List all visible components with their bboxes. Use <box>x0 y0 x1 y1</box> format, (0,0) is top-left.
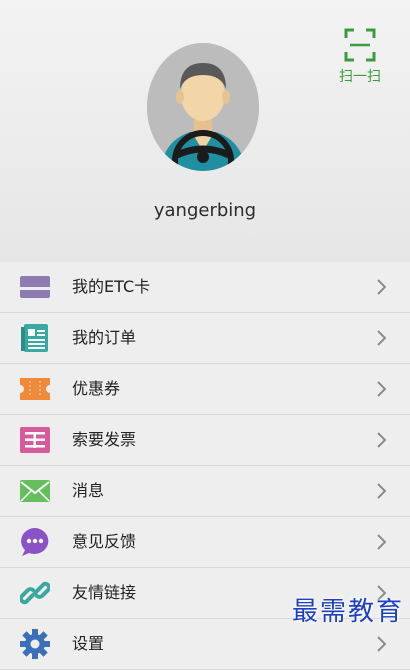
menu-item-label: 我的ETC卡 <box>72 277 151 296</box>
profile-header: yangerbing 扫一扫 <box>0 0 410 263</box>
chevron-right-icon <box>377 381 386 397</box>
message-icon <box>20 477 50 505</box>
menu-item-orders[interactable]: 我的订单 <box>0 313 410 364</box>
menu-item-messages[interactable]: 消息 <box>0 466 410 517</box>
etc-card-icon <box>20 273 50 301</box>
driver-avatar-icon <box>147 43 259 171</box>
settings-icon <box>20 629 50 659</box>
menu-item-label: 消息 <box>72 481 105 500</box>
menu-item-coupons[interactable]: 优惠券 <box>0 364 410 415</box>
chevron-right-icon <box>377 432 386 448</box>
order-icon <box>20 324 50 352</box>
invoice-icon <box>20 426 50 454</box>
menu-item-label: 友情链接 <box>72 583 137 602</box>
menu-item-invoice[interactable]: 索要发票 <box>0 415 410 466</box>
scan-button[interactable]: 扫一扫 <box>330 28 390 98</box>
username: yangerbing <box>153 200 257 221</box>
chevron-right-icon <box>377 636 386 652</box>
avatar[interactable] <box>147 43 259 171</box>
menu-item-label: 索要发票 <box>72 430 137 449</box>
chevron-right-icon <box>377 534 386 550</box>
coupon-icon <box>20 375 50 403</box>
menu-item-feedback[interactable]: 意见反馈 <box>0 517 410 568</box>
watermark: 最需教育 <box>291 597 404 627</box>
scan-icon <box>344 28 376 62</box>
link-icon <box>20 579 50 607</box>
chevron-right-icon <box>377 483 386 499</box>
menu-item-label: 意见反馈 <box>72 532 137 551</box>
chevron-right-icon <box>377 330 386 346</box>
menu-item-etc-card[interactable]: 我的ETC卡 <box>0 262 410 313</box>
scan-label: 扫一扫 <box>339 69 381 85</box>
feedback-icon <box>20 528 50 556</box>
menu-item-label: 优惠券 <box>72 379 121 398</box>
menu-item-label: 设置 <box>72 634 105 653</box>
menu-item-label: 我的订单 <box>72 328 137 347</box>
chevron-right-icon <box>377 279 386 295</box>
